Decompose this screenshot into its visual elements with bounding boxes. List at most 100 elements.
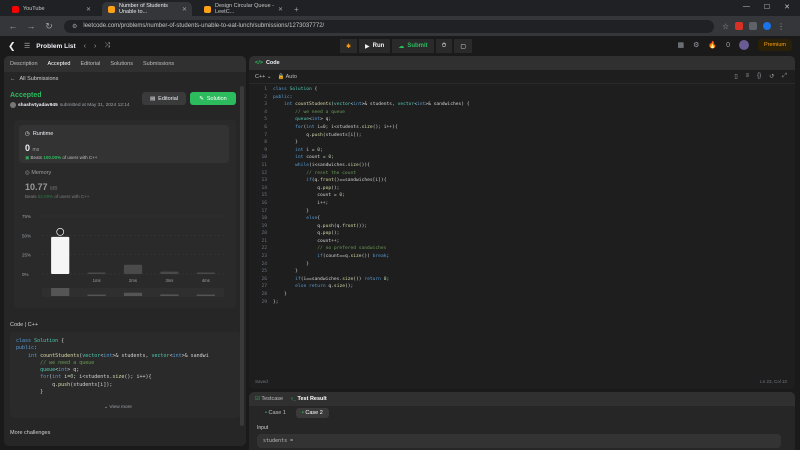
prev-problem-icon[interactable]: ‹ xyxy=(84,43,86,50)
code-line[interactable]: queue<int> q; xyxy=(273,116,470,124)
code-line[interactable]: int i = 0; xyxy=(273,147,470,155)
editorial-button[interactable]: ▤ Editorial xyxy=(142,92,186,105)
runtime-distribution-chart[interactable]: 75% 50% 25% 0% 1ms 2ms 3ms 4ms xyxy=(20,210,230,306)
tab-solutions[interactable]: Solutions xyxy=(110,61,133,67)
tab-submissions[interactable]: Submissions xyxy=(143,61,174,67)
code-text-area[interactable]: class Solution {public: int countStudent… xyxy=(273,86,470,306)
close-icon[interactable]: ✕ xyxy=(182,6,187,13)
line-number: 18 xyxy=(261,216,267,222)
code-line[interactable]: public: xyxy=(273,94,470,102)
case-2-tab[interactable]: • Case 2 xyxy=(295,407,329,418)
minimize-icon[interactable]: — xyxy=(743,3,750,11)
chart-bar[interactable] xyxy=(123,264,143,274)
back-icon[interactable]: ← xyxy=(8,21,18,31)
code-line: queue<int> q; xyxy=(40,367,80,374)
avatar[interactable] xyxy=(738,40,749,50)
maximize-icon[interactable]: ☐ xyxy=(764,3,770,11)
runtime-beats: ▣ Beats 100.00% of users with C++ xyxy=(25,155,97,161)
code-line[interactable]: count = 0; xyxy=(273,192,470,200)
shuffle-icon[interactable]: ⤨ xyxy=(104,42,110,50)
topbar-right: ▦ ⚙ 🔥 0 Premium xyxy=(677,39,792,51)
tab-test-result[interactable]: ›_ Test Result xyxy=(291,396,327,402)
debug-button[interactable]: ✱ xyxy=(340,39,358,53)
code-line[interactable]: for(int i=0; i<students.size(); i++){ xyxy=(273,124,470,132)
chart-bar[interactable] xyxy=(160,271,179,274)
extensions-puzzle-icon[interactable] xyxy=(749,22,758,30)
code-line[interactable]: // no prefered sandwiches xyxy=(273,245,470,253)
code-line[interactable]: } xyxy=(273,208,470,216)
language-select[interactable]: C++ ⌄ xyxy=(255,74,272,80)
streak-icon[interactable]: 🔥 xyxy=(708,41,717,49)
view-more-button[interactable]: ⌄ View more xyxy=(104,405,132,410)
code-line[interactable]: int count = 0; xyxy=(273,154,470,162)
code-line[interactable]: } xyxy=(273,139,470,147)
browser-tab-youtube[interactable]: YouTube ✕ xyxy=(6,2,96,16)
tab-accepted[interactable]: Accepted xyxy=(48,61,71,67)
code-line[interactable]: q.push(students[i]); xyxy=(273,132,470,140)
tab-description[interactable]: Description xyxy=(10,61,38,67)
browser-tab-leetcode[interactable]: Number of Students Unable to... ✕ xyxy=(102,2,192,16)
problem-list-link[interactable]: Problem List xyxy=(36,43,75,50)
format-icon[interactable]: ≡ xyxy=(746,73,750,80)
code-line[interactable]: i++; xyxy=(273,200,470,208)
code-line[interactable]: if(q.front()==sandwiches[i]){ xyxy=(273,177,470,185)
submit-button[interactable]: ☁ Submit xyxy=(392,39,434,53)
tab-testcase[interactable]: ☑ Testcase xyxy=(255,396,283,402)
code-line[interactable]: if(count==q.size()) break; xyxy=(273,253,470,261)
profile-icon[interactable] xyxy=(763,22,772,30)
memory-card[interactable]: ◎ Memory 10.77 MB Beats 52.09% of users … xyxy=(25,170,89,199)
settings-icon[interactable]: ⚙ xyxy=(693,41,699,49)
menu-dots-icon[interactable]: ⋮ xyxy=(777,22,785,31)
new-tab-button[interactable]: + xyxy=(294,5,299,14)
tab-editorial[interactable]: Editorial xyxy=(80,61,100,67)
scrollbar[interactable] xyxy=(240,86,244,426)
code-line[interactable]: else{ xyxy=(273,215,470,223)
close-icon[interactable]: ✕ xyxy=(278,6,283,13)
code-line[interactable]: } xyxy=(273,261,470,269)
case-1-tab[interactable]: • Case 1 xyxy=(259,408,292,418)
chart-bar[interactable] xyxy=(51,236,70,274)
code-line[interactable]: if(i==sandwiches.size()) return 0; xyxy=(273,276,470,284)
code-line[interactable]: q.pop(); xyxy=(273,230,470,238)
code-line[interactable]: // we need a queue xyxy=(273,109,470,117)
all-submissions-link[interactable]: ← All Submissions xyxy=(4,72,246,86)
close-icon[interactable]: ✕ xyxy=(86,6,91,13)
username[interactable]: shashvtyadav945 xyxy=(18,103,58,108)
fullscreen-icon[interactable]: ⤢ xyxy=(782,73,787,80)
timer-button[interactable]: ⏱ xyxy=(435,39,453,53)
bookmark-star-icon[interactable]: ☆ xyxy=(722,22,729,31)
notes-button[interactable]: ▢ xyxy=(454,39,473,53)
code-line[interactable]: while(i<sandwiches.size()){ xyxy=(273,162,470,170)
code-line[interactable]: else return q.size(); xyxy=(273,283,470,291)
leetcode-logo-icon[interactable]: ❮ xyxy=(8,41,18,51)
code-line[interactable]: count++; xyxy=(273,238,470,246)
solution-button[interactable]: ✎ Solution xyxy=(190,92,236,105)
code-line[interactable]: q.pop(); xyxy=(273,185,470,193)
code-line[interactable]: // reset the count xyxy=(273,170,470,178)
chart-bar[interactable] xyxy=(87,272,106,274)
premium-button[interactable]: Premium xyxy=(757,39,792,51)
extension-icon[interactable] xyxy=(735,22,744,30)
reload-icon[interactable]: ↻ xyxy=(44,21,54,32)
code-line[interactable]: int countStudents(vector<int>& students,… xyxy=(273,101,469,109)
browser-tab-circular-queue[interactable]: Design Circular Queue - LeetC... ✕ xyxy=(198,2,288,16)
braces-icon[interactable]: {} xyxy=(757,73,761,80)
layout-icon[interactable]: ▦ xyxy=(677,41,684,49)
bookmark-icon[interactable]: ▯ xyxy=(734,73,737,80)
code-line: } xyxy=(16,389,44,396)
run-button[interactable]: ▶ Run xyxy=(359,39,391,53)
next-problem-icon[interactable]: › xyxy=(94,43,96,50)
runtime-card[interactable]: ◷ Runtime 0 ms ▣ Beats 100.00% of users w… xyxy=(19,125,229,163)
forward-icon[interactable]: → xyxy=(26,21,36,31)
code-line[interactable]: } xyxy=(273,268,470,276)
url-bar[interactable]: ⚙ leetcode.com/problems/number-of-studen… xyxy=(64,19,714,33)
close-window-icon[interactable]: ✕ xyxy=(784,3,790,11)
code-line[interactable]: } xyxy=(273,291,470,299)
code-line[interactable]: }; xyxy=(273,299,470,307)
chart-bar[interactable] xyxy=(196,272,215,274)
site-info-icon[interactable]: ⚙ xyxy=(72,23,77,30)
autocomplete-toggle[interactable]: 🔒 Auto xyxy=(278,74,297,80)
code-line[interactable]: q.push(q.front()); xyxy=(273,223,470,231)
code-line[interactable]: class Solution { xyxy=(273,86,470,94)
reset-icon[interactable]: ↺ xyxy=(769,73,774,80)
